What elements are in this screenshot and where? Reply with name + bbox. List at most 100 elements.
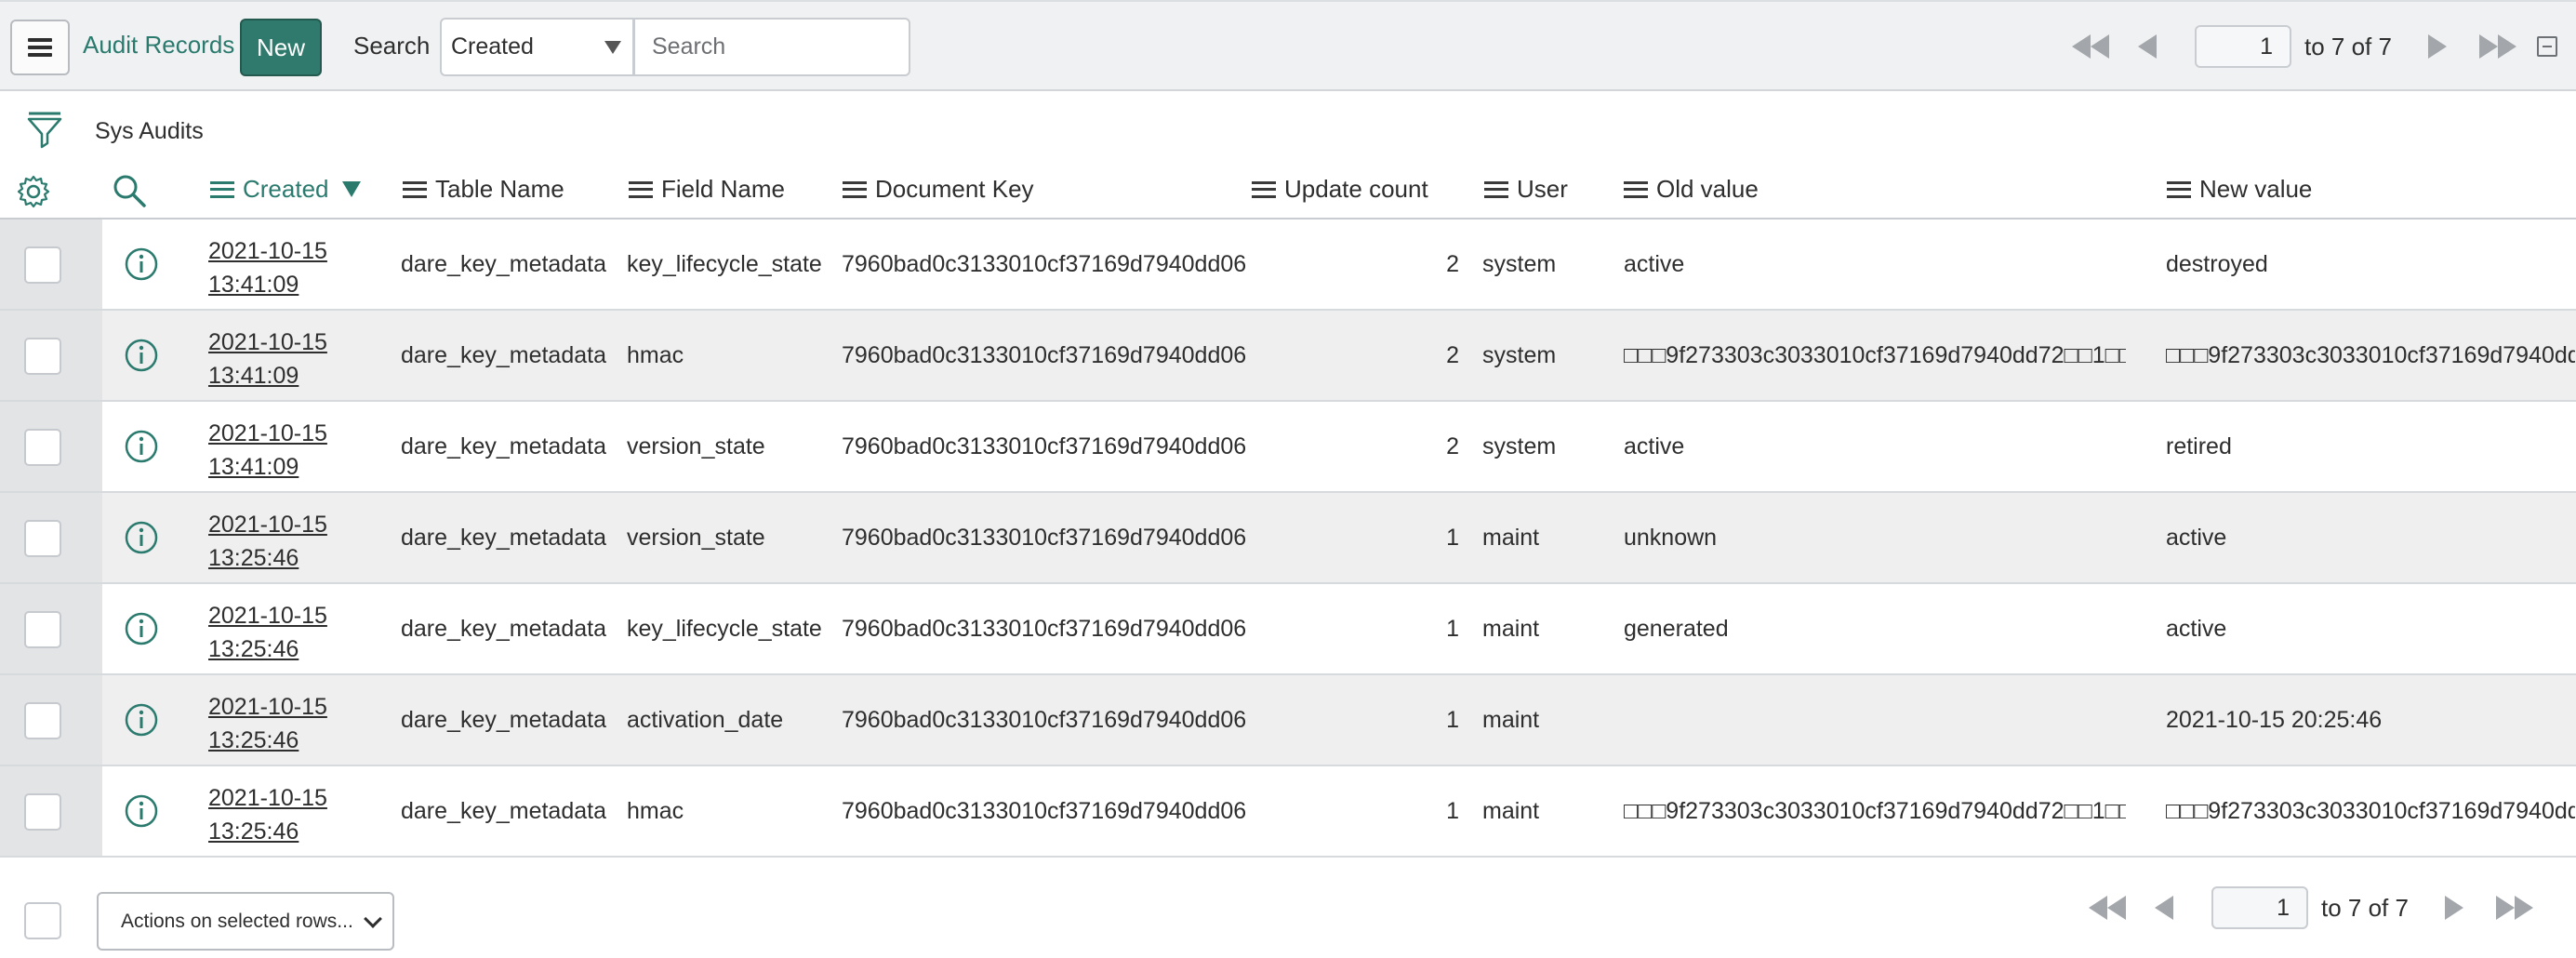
- created-link[interactable]: 2021-10-15 13:25:46: [208, 690, 329, 757]
- table-name-cell: dare_key_metadata: [401, 525, 606, 551]
- created-link[interactable]: 2021-10-15 13:25:46: [208, 508, 329, 575]
- list-title[interactable]: Audit Records: [83, 31, 234, 60]
- filter-icon[interactable]: [26, 110, 63, 151]
- prev-page-icon[interactable]: [2150, 885, 2178, 931]
- document-key-cell: 7960bad0c3133010cf37169d7940dd06: [842, 433, 1247, 459]
- row-checkbox[interactable]: [24, 520, 61, 557]
- old-value-cell: active: [1624, 433, 1685, 459]
- old-value-cell: active: [1624, 251, 1685, 277]
- collapse-icon[interactable]: [2537, 36, 2557, 57]
- table-row: 2021-10-15 13:25:46 dare_key_metadata ver…: [0, 493, 2576, 584]
- search-field-value: Created: [451, 33, 534, 60]
- user-cell: maint: [1482, 525, 1540, 551]
- document-key-cell: 7960bad0c3133010cf37169d7940dd06: [842, 798, 1247, 824]
- sort-descending-icon: [341, 181, 361, 197]
- table-row: 2021-10-15 13:25:46 dare_key_metadata act…: [0, 675, 2576, 766]
- field-name-cell: activation_date: [627, 707, 784, 733]
- row-checkbox[interactable]: [24, 611, 61, 648]
- table-name-cell: dare_key_metadata: [401, 798, 606, 824]
- caret-down-icon: [604, 41, 621, 54]
- update-count-cell: 2: [1446, 342, 1459, 368]
- page-range-text: to 7 of 7: [2304, 33, 2392, 60]
- column-header-field-name[interactable]: Field Name: [629, 175, 785, 204]
- table-row: 2021-10-15 13:41:09 dare_key_metadata hma…: [0, 311, 2576, 402]
- column-header-user[interactable]: User: [1484, 175, 1568, 204]
- pager-top: to 7 of 7: [2061, 23, 2526, 70]
- user-cell: system: [1482, 433, 1557, 459]
- document-key-cell: 7960bad0c3133010cf37169d7940dd06: [842, 707, 1247, 733]
- update-count-cell: 1: [1446, 525, 1459, 551]
- row-checkbox[interactable]: [24, 429, 61, 466]
- new-value-cell: retired: [2166, 433, 2232, 459]
- select-all-checkbox[interactable]: [24, 902, 61, 939]
- pager-bottom: to 7 of 7: [2078, 885, 2543, 931]
- gear-icon[interactable]: [17, 175, 50, 208]
- column-header-new-value[interactable]: New value: [2167, 175, 2312, 204]
- next-page-icon[interactable]: [2423, 23, 2451, 70]
- new-value-cell: active: [2166, 525, 2227, 551]
- actions-select-label: Actions on selected rows...: [121, 911, 353, 932]
- created-link[interactable]: 2021-10-15 13:25:46: [208, 781, 329, 848]
- last-page-icon[interactable]: [2474, 23, 2522, 70]
- table-name-cell: dare_key_metadata: [401, 251, 606, 277]
- document-key-cell: 7960bad0c3133010cf37169d7940dd06: [842, 251, 1247, 277]
- user-cell: maint: [1482, 707, 1540, 733]
- old-value-cell: unknown: [1624, 525, 1718, 551]
- old-value-cell: □□□9f273303c3033010cf37169d7940dd72□□1□□…: [1624, 798, 2126, 824]
- row-checkbox[interactable]: [24, 702, 61, 739]
- table-name-cell: dare_key_metadata: [401, 707, 606, 733]
- old-value-cell: generated: [1624, 616, 1729, 642]
- document-key-cell: 7960bad0c3133010cf37169d7940dd06: [842, 525, 1247, 551]
- row-checkbox[interactable]: [24, 793, 61, 831]
- table-body: 2021-10-15 13:41:09 dare_key_metadata key…: [0, 220, 2576, 858]
- info-icon[interactable]: [124, 611, 159, 646]
- user-cell: system: [1482, 251, 1557, 277]
- document-key-cell: 7960bad0c3133010cf37169d7940dd06: [842, 616, 1247, 642]
- search-icon[interactable]: [112, 173, 147, 208]
- first-page-icon[interactable]: [2066, 23, 2115, 70]
- info-icon[interactable]: [124, 793, 159, 829]
- new-value-cell: active: [2166, 616, 2227, 642]
- info-icon[interactable]: [124, 520, 159, 555]
- next-page-icon[interactable]: [2440, 885, 2468, 931]
- page-number-input[interactable]: [2195, 25, 2291, 68]
- table-name-cell: dare_key_metadata: [401, 433, 606, 459]
- search-field-select[interactable]: Created: [440, 18, 633, 76]
- update-count-cell: 2: [1446, 433, 1459, 459]
- new-button[interactable]: New: [240, 19, 322, 76]
- created-link[interactable]: 2021-10-15 13:25:46: [208, 599, 329, 666]
- breadcrumb[interactable]: Sys Audits: [95, 118, 204, 145]
- user-cell: maint: [1482, 798, 1540, 824]
- hamburger-icon: [28, 38, 52, 57]
- prev-page-icon[interactable]: [2133, 23, 2161, 70]
- column-header-update-count[interactable]: Update count: [1252, 175, 1428, 204]
- created-link[interactable]: 2021-10-15 13:41:09: [208, 417, 329, 484]
- column-header-created[interactable]: Created: [210, 175, 361, 204]
- update-count-cell: 1: [1446, 616, 1459, 642]
- update-count-cell: 2: [1446, 251, 1459, 277]
- last-page-icon[interactable]: [2490, 885, 2539, 931]
- row-checkbox[interactable]: [24, 246, 61, 284]
- column-header-document-key[interactable]: Document Key: [843, 175, 1034, 204]
- first-page-icon[interactable]: [2083, 885, 2131, 931]
- menu-button[interactable]: [10, 20, 70, 75]
- created-link[interactable]: 2021-10-15 13:41:09: [208, 234, 329, 301]
- user-cell: system: [1482, 342, 1557, 368]
- search-input[interactable]: [633, 18, 910, 76]
- info-icon[interactable]: [124, 338, 159, 373]
- column-header-table-name[interactable]: Table Name: [403, 175, 564, 204]
- info-icon[interactable]: [124, 246, 159, 282]
- info-icon[interactable]: [124, 702, 159, 738]
- page-range-text: to 7 of 7: [2321, 894, 2409, 922]
- table-row: 2021-10-15 13:41:09 dare_key_metadata ver…: [0, 402, 2576, 493]
- field-name-cell: hmac: [627, 798, 684, 824]
- info-icon[interactable]: [124, 429, 159, 464]
- page-number-input[interactable]: [2211, 886, 2308, 929]
- created-link[interactable]: 2021-10-15 13:41:09: [208, 326, 329, 393]
- actions-select[interactable]: Actions on selected rows...: [97, 892, 394, 951]
- old-value-cell: □□□9f273303c3033010cf37169d7940dd72□□1□□…: [1624, 342, 2126, 368]
- row-checkbox[interactable]: [24, 338, 61, 375]
- table-header-row: Created Table Name Field Name Document K…: [0, 162, 2576, 220]
- table-name-cell: dare_key_metadata: [401, 342, 606, 368]
- column-header-old-value[interactable]: Old value: [1624, 175, 1759, 204]
